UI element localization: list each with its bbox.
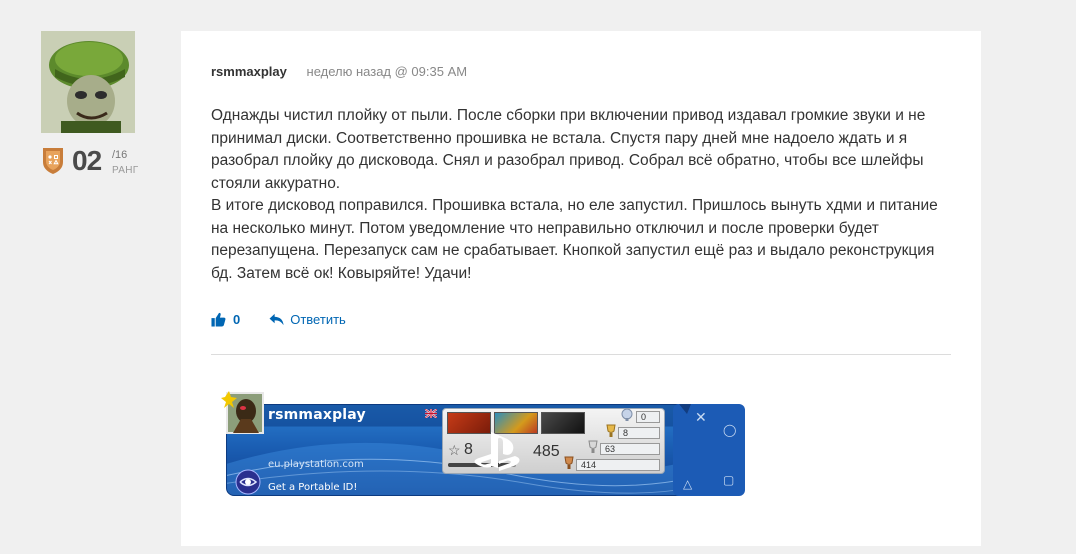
- ps-logo-area: ✕ ◯ ▢ △: [673, 404, 745, 496]
- reply-button[interactable]: Ответить: [269, 312, 346, 327]
- trophy-count-gold: 8: [618, 427, 660, 439]
- uk-flag-icon: [425, 409, 437, 418]
- svg-text:◯: ◯: [723, 423, 736, 437]
- comment-paragraph: Однажды чистил плойку от пыли. После сбо…: [211, 107, 926, 192]
- like-button[interactable]: 0: [211, 312, 240, 327]
- like-count: 0: [233, 311, 241, 327]
- rank-label: РАНГ: [112, 165, 139, 176]
- user-column: 02 /16 РАНГ: [41, 31, 141, 176]
- psn-username: rsmmaxplay: [268, 407, 366, 423]
- trophy-count-platinum: 0: [636, 411, 660, 423]
- psn-points: 485: [533, 443, 560, 460]
- psn-url: eu.playstation.com: [268, 459, 364, 470]
- comment-author[interactable]: rsmmaxplay: [211, 64, 287, 79]
- trophy-count-silver: 63: [600, 443, 660, 455]
- trophy-count-bronze: 414: [576, 459, 660, 471]
- svg-text:△: △: [683, 477, 693, 491]
- level-star-icon: ☆: [448, 442, 461, 458]
- divider: [211, 354, 951, 355]
- svg-text:▢: ▢: [723, 473, 734, 487]
- rank-total: /16: [112, 149, 128, 161]
- comment-body: Однажды чистил плойку от пыли. После сбо…: [211, 105, 956, 285]
- user-rank: 02 /16 РАНГ: [41, 145, 151, 186]
- gold-trophy-icon: [606, 424, 616, 437]
- comment-meta: rsmmaxplay неделю назад @ 09:35 AM: [211, 64, 467, 79]
- bronze-trophy-icon: [564, 456, 574, 469]
- svg-text:✕: ✕: [695, 410, 707, 426]
- silver-trophy-icon: [588, 440, 598, 453]
- thumbs-up-icon: [211, 312, 226, 327]
- avatar[interactable]: [41, 31, 135, 133]
- psn-level: 8: [464, 441, 473, 458]
- reply-arrow-icon: [269, 313, 284, 325]
- reply-label: Ответить: [290, 311, 346, 327]
- psn-avatar: [221, 391, 264, 434]
- platinum-trophy-icon: [621, 408, 633, 421]
- rank-shield-icon: [43, 148, 63, 174]
- psn-orb-icon: [235, 469, 261, 495]
- comment-paragraph: В итоге дисковод поправился. Прошивка вс…: [211, 197, 938, 282]
- rank-number: 02: [72, 145, 102, 176]
- game-thumbnail[interactable]: [541, 412, 585, 434]
- psn-cta[interactable]: Get a Portable ID!: [268, 482, 357, 493]
- comment-actions: 0 Ответить: [211, 309, 346, 329]
- comment-timestamp: неделю назад @ 09:35 AM: [306, 64, 468, 79]
- playstation-logo-icon: [474, 432, 520, 471]
